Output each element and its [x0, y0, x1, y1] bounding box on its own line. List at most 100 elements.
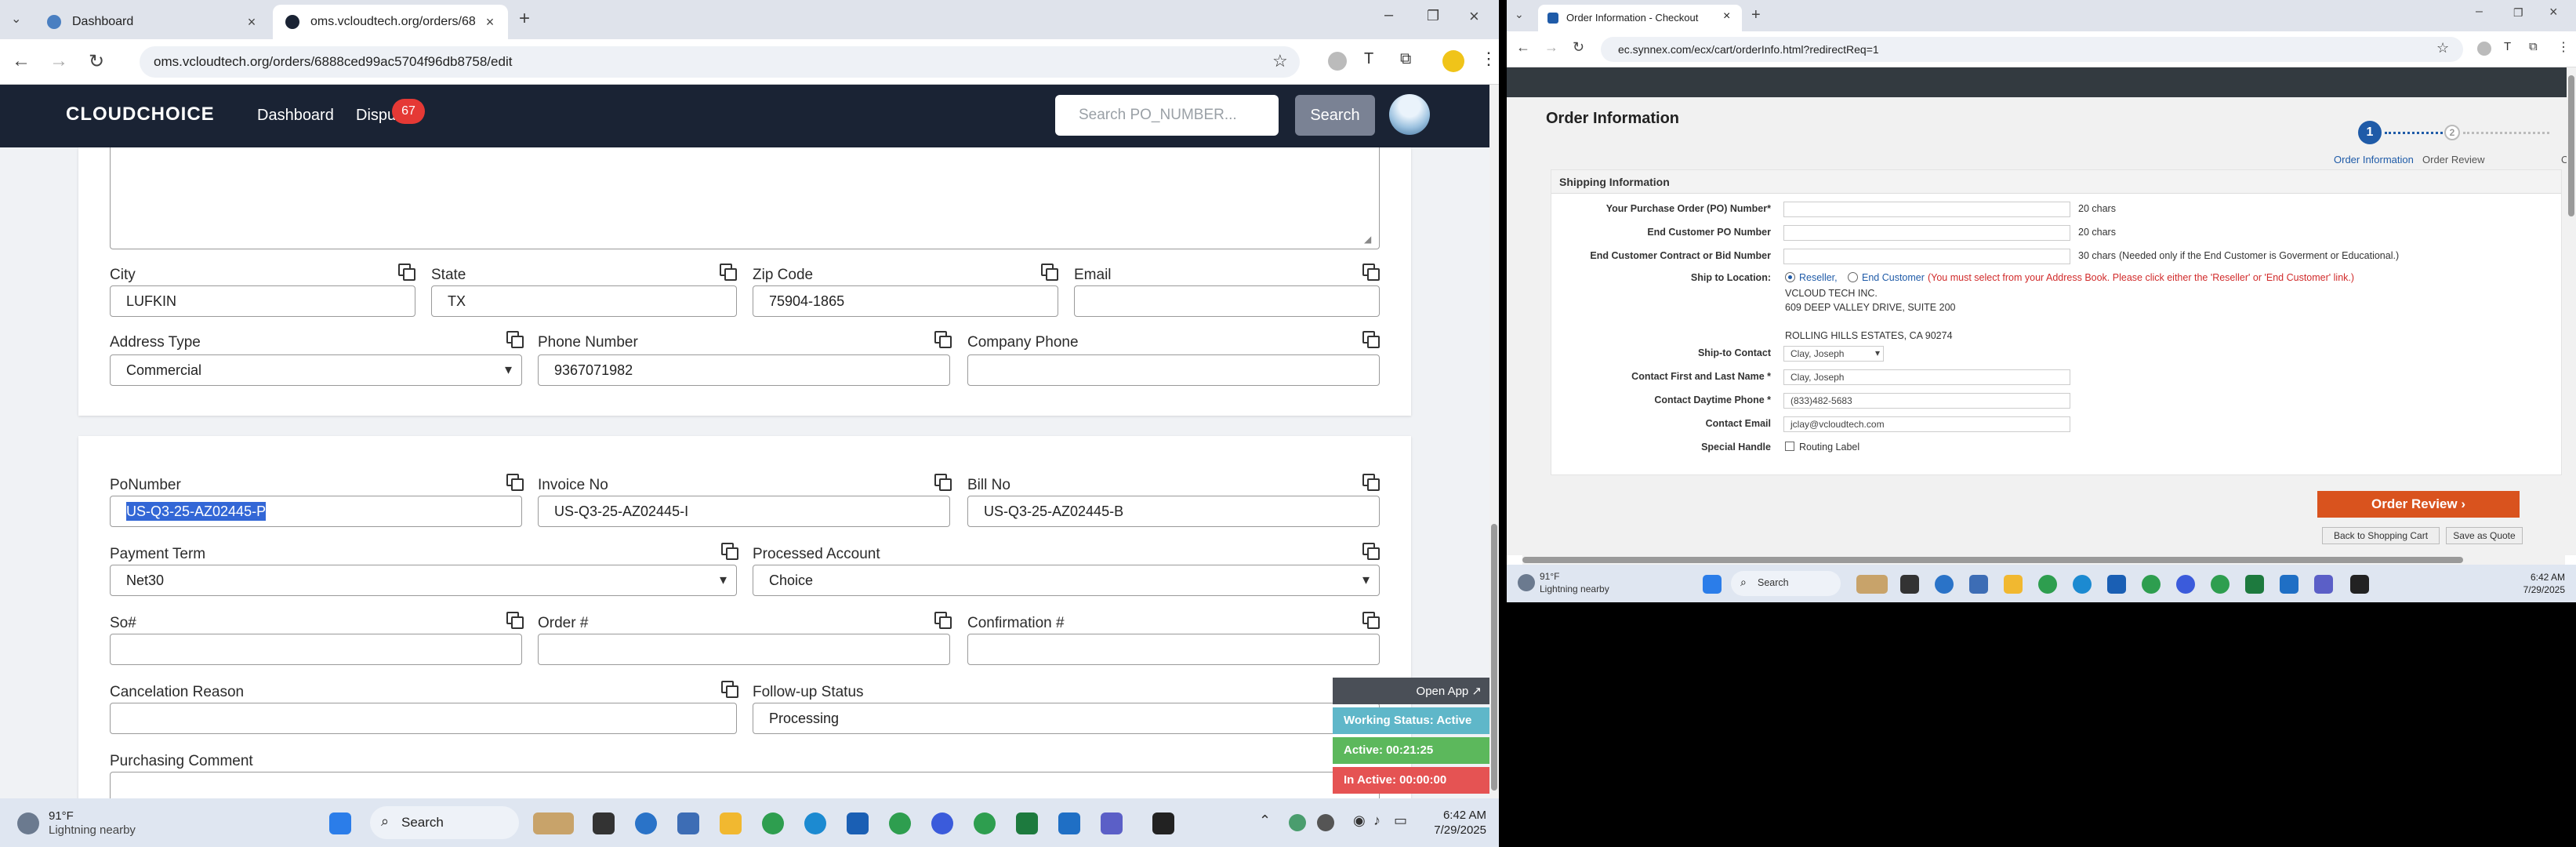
forward-icon[interactable]: →: [47, 50, 71, 72]
widget-art-icon[interactable]: [1856, 575, 1888, 594]
page-scrollbar[interactable]: [2567, 67, 2576, 555]
end-customer-po-input[interactable]: [1783, 225, 2070, 241]
chrome-icon[interactable]: [2038, 575, 2057, 594]
widget-art-icon[interactable]: [533, 812, 574, 834]
file-explorer-icon[interactable]: [2004, 575, 2023, 594]
weather-icon[interactable]: [1518, 574, 1535, 591]
resize-handle-icon[interactable]: ◢: [1364, 234, 1371, 245]
address-type-select[interactable]: Commercial: [110, 354, 522, 386]
clock[interactable]: 6:42 AM 7/29/2025: [1434, 808, 1486, 838]
copy-icon[interactable]: [720, 264, 737, 281]
so-field[interactable]: [110, 634, 522, 665]
task-view-icon[interactable]: [593, 812, 615, 834]
app-icon[interactable]: [1935, 575, 1954, 594]
maximize-icon[interactable]: ❐: [2513, 6, 2523, 20]
address-textarea[interactable]: [110, 147, 1380, 249]
messenger-icon[interactable]: [931, 812, 953, 834]
translate-icon[interactable]: T: [2504, 40, 2511, 53]
copy-icon[interactable]: [398, 264, 415, 281]
copy-icon[interactable]: [1362, 474, 1380, 491]
close-tab-icon[interactable]: ×: [243, 14, 260, 31]
sticky-app-icon[interactable]: [1152, 812, 1174, 834]
close-window-icon[interactable]: ×: [2549, 4, 2558, 20]
app-store-icon[interactable]: [1058, 812, 1080, 834]
copy-icon[interactable]: [934, 331, 952, 348]
app-icon[interactable]: [635, 812, 657, 834]
bookmark-star-icon[interactable]: ☆: [1272, 51, 1288, 71]
edge-icon[interactable]: [804, 812, 826, 834]
page-scrollbar[interactable]: [1489, 85, 1499, 798]
menu-icon[interactable]: ⋮: [1480, 49, 1497, 69]
order-number-field[interactable]: [538, 634, 950, 665]
battery-icon[interactable]: ▭: [1394, 812, 1407, 829]
clock[interactable]: 6:42 AM 7/29/2025: [2523, 571, 2565, 596]
close-window-icon[interactable]: ×: [1469, 6, 1479, 27]
chrome-alt-icon[interactable]: [2211, 575, 2230, 594]
avatar[interactable]: [1389, 94, 1430, 135]
copy-icon[interactable]: [506, 474, 524, 491]
minimize-icon[interactable]: –: [1384, 6, 1393, 24]
copy-icon[interactable]: [1362, 612, 1380, 629]
reseller-radio[interactable]: [1785, 272, 1795, 282]
end-customer-radio[interactable]: [1848, 272, 1858, 282]
back-icon[interactable]: ←: [9, 50, 33, 72]
tray-app-icon[interactable]: [1317, 814, 1334, 831]
outlook-icon[interactable]: [847, 812, 869, 834]
profile-icon[interactable]: [1442, 50, 1464, 72]
extensions-puzzle-icon[interactable]: ⧉: [2529, 40, 2538, 53]
contact-email-input[interactable]: jclay@vcloudtech.com: [1783, 416, 2070, 432]
copy-icon[interactable]: [934, 474, 952, 491]
tab-dashboard[interactable]: Dashboard ×: [34, 5, 270, 39]
logo[interactable]: CLOUDCHOICE: [66, 104, 215, 125]
volume-icon[interactable]: ♪: [1373, 812, 1381, 829]
file-explorer-icon[interactable]: [720, 812, 742, 834]
reseller-link[interactable]: Reseller,: [1799, 272, 1838, 283]
copy-icon[interactable]: [1362, 543, 1380, 560]
payment-term-select[interactable]: Net30: [110, 565, 737, 596]
state-field[interactable]: TX: [431, 285, 737, 317]
copy-icon[interactable]: [506, 331, 524, 348]
bill-field[interactable]: US-Q3-25-AZ02445-B: [967, 496, 1380, 527]
order-review-button[interactable]: Order Review ›: [2317, 491, 2520, 518]
followup-status-select[interactable]: Processing: [753, 703, 1380, 734]
bookmark-star-icon[interactable]: ☆: [2436, 40, 2449, 56]
sticky-app-icon[interactable]: [2350, 575, 2369, 594]
scroll-thumb[interactable]: [1522, 557, 2463, 563]
back-icon[interactable]: ←: [1516, 39, 1530, 56]
end-customer-link[interactable]: End Customer: [1862, 272, 1925, 283]
tab-orders[interactable]: oms.vcloudtech.org/orders/68 ×: [273, 5, 508, 39]
close-tab-icon[interactable]: ×: [1723, 9, 1730, 24]
close-tab-icon[interactable]: ×: [481, 14, 499, 31]
po-search-input[interactable]: Search PO_NUMBER...: [1055, 95, 1279, 136]
calculator-icon[interactable]: [1969, 575, 1988, 594]
cancelation-reason-field[interactable]: [110, 703, 737, 734]
chrome-profile-icon[interactable]: [2142, 575, 2161, 594]
ship-to-contact-select[interactable]: Clay, Joseph ▾: [1783, 346, 1884, 362]
minimize-icon[interactable]: –: [2476, 5, 2483, 19]
copy-icon[interactable]: [506, 612, 524, 629]
messenger-icon[interactable]: [2176, 575, 2195, 594]
translate-icon[interactable]: T: [1364, 50, 1373, 68]
forward-icon[interactable]: →: [1544, 39, 1558, 56]
open-app-button[interactable]: Open App ↗: [1333, 678, 1489, 704]
copy-icon[interactable]: [1362, 331, 1380, 348]
tray-chevron-icon[interactable]: ⌃: [1259, 812, 1271, 829]
url-field[interactable]: oms.vcloudtech.org/orders/6888ced99ac570…: [140, 46, 1300, 78]
windows-start-icon[interactable]: [1703, 575, 1722, 594]
tray-app-icon[interactable]: [1289, 814, 1306, 831]
email-field[interactable]: [1074, 285, 1380, 317]
phone-field[interactable]: 9367071982: [538, 354, 950, 386]
contact-name-input[interactable]: Clay, Joseph: [1783, 369, 2070, 385]
app-store-icon[interactable]: [2280, 575, 2298, 594]
copy-icon[interactable]: [1362, 264, 1380, 281]
horizontal-scrollbar[interactable]: [1522, 555, 2565, 565]
po-number-input[interactable]: [1783, 202, 2070, 217]
teams-icon[interactable]: [1101, 812, 1123, 834]
back-to-cart-button[interactable]: Back to Shopping Cart: [2322, 527, 2440, 544]
tab-list-icon[interactable]: ⌄: [1515, 8, 1524, 21]
extension-icon[interactable]: [2477, 42, 2491, 56]
save-as-quote-button[interactable]: Save as Quote: [2446, 527, 2523, 544]
contract-bid-input[interactable]: [1783, 249, 2070, 264]
calculator-icon[interactable]: [677, 812, 699, 834]
chrome-icon[interactable]: [762, 812, 784, 834]
